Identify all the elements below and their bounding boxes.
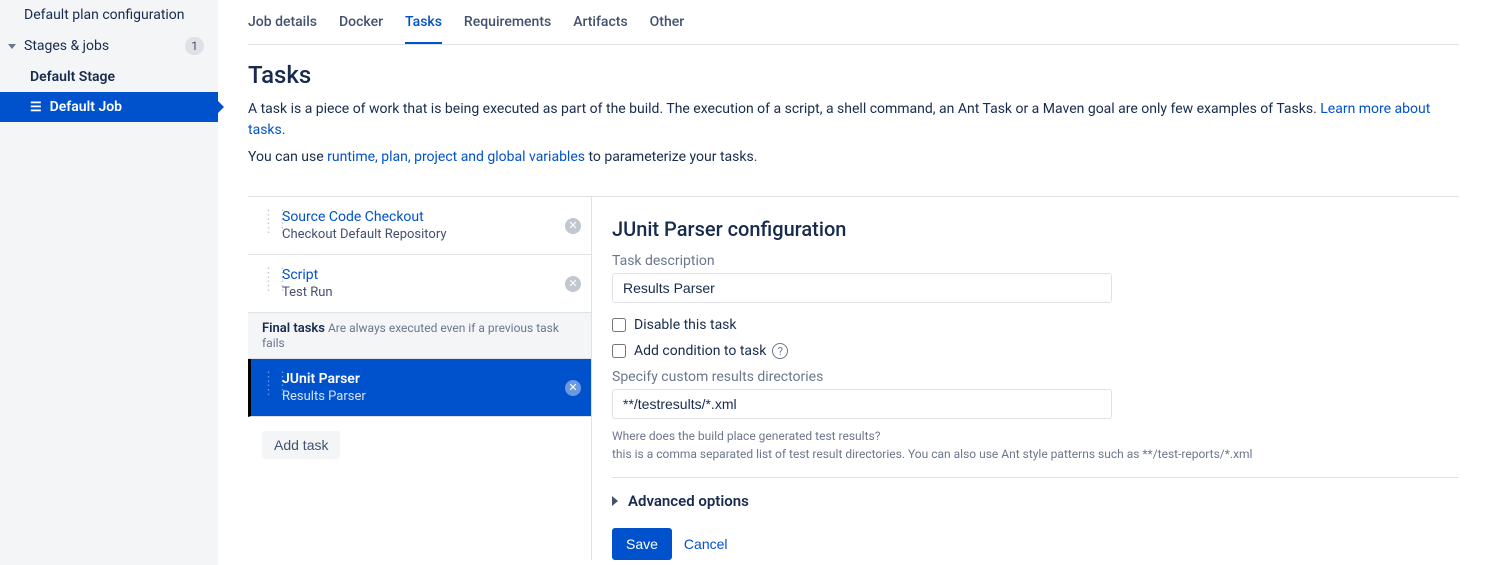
- tab-tasks[interactable]: Tasks: [405, 14, 442, 44]
- list-icon: ☰: [30, 100, 42, 115]
- page-description: A task is a piece of work that is being …: [248, 99, 1459, 141]
- desc-text: A task is a piece of work that is being …: [248, 101, 1320, 117]
- results-dirs-label: Specify custom results directories: [612, 369, 1459, 385]
- variables-link[interactable]: runtime, plan, project and global variab…: [327, 149, 585, 165]
- task-item-selected[interactable]: ⋮⋮⋮⋮ JUnit Parser Results Parser ✕: [248, 359, 591, 417]
- sidebar-item-label: Default plan configuration: [24, 7, 185, 23]
- sidebar-item-default-stage[interactable]: Default Stage: [0, 62, 218, 92]
- task-desc: Results Parser: [282, 389, 366, 404]
- tab-other[interactable]: Other: [650, 14, 685, 44]
- condition-label: Add condition to task: [634, 343, 766, 359]
- desc-text: to parameterize your tasks.: [585, 149, 757, 165]
- cancel-button[interactable]: Cancel: [684, 536, 728, 552]
- task-description-label: Task description: [612, 253, 1459, 269]
- task-item[interactable]: ⋮⋮⋮⋮ Source Code Checkout Checkout Defau…: [248, 197, 591, 255]
- help-icon[interactable]: ?: [772, 343, 788, 359]
- task-title: JUnit Parser: [282, 371, 366, 387]
- advanced-options-toggle[interactable]: Advanced options: [612, 477, 1459, 510]
- sidebar-item-label: Default Job: [50, 99, 122, 115]
- disable-task-label: Disable this task: [634, 317, 737, 333]
- task-text: Script Test Run: [282, 267, 333, 300]
- page-title: Tasks: [248, 61, 1459, 89]
- results-dirs-input[interactable]: [612, 389, 1112, 419]
- final-tasks-label: Final tasks: [262, 321, 325, 336]
- task-title: Source Code Checkout: [282, 209, 447, 225]
- final-tasks-header: Final tasks Are always executed even if …: [248, 313, 591, 359]
- main-content: Job details Docker Tasks Requirements Ar…: [218, 0, 1489, 565]
- add-task-button[interactable]: Add task: [262, 431, 340, 459]
- sidebar-item-label: Stages & jobs: [24, 38, 109, 54]
- task-text: JUnit Parser Results Parser: [282, 371, 366, 404]
- tab-requirements[interactable]: Requirements: [464, 14, 551, 44]
- form-buttons: Save Cancel: [612, 528, 1459, 560]
- config-title: JUnit Parser configuration: [612, 217, 1459, 241]
- desc-text: You can use: [248, 149, 327, 165]
- disable-task-row: Disable this task: [612, 317, 1459, 333]
- task-item[interactable]: ⋮⋮⋮⋮ Script Test Run ✕: [248, 255, 591, 313]
- task-desc: Checkout Default Repository: [282, 227, 447, 242]
- delete-task-icon[interactable]: ✕: [565, 218, 581, 234]
- delete-task-icon[interactable]: ✕: [565, 380, 581, 396]
- sidebar: Default plan configuration Stages & jobs…: [0, 0, 218, 565]
- tabs: Job details Docker Tasks Requirements Ar…: [248, 0, 1459, 45]
- save-button[interactable]: Save: [612, 528, 672, 560]
- tab-artifacts[interactable]: Artifacts: [573, 14, 627, 44]
- sidebar-item-stages-jobs[interactable]: Stages & jobs 1: [0, 30, 218, 62]
- tab-docker[interactable]: Docker: [339, 14, 383, 44]
- disable-task-checkbox[interactable]: [612, 318, 626, 332]
- sidebar-item-default-plan[interactable]: Default plan configuration: [0, 0, 218, 30]
- drag-handle-icon[interactable]: ⋮⋮⋮⋮: [262, 209, 272, 235]
- task-desc: Test Run: [282, 285, 333, 300]
- tab-job-details[interactable]: Job details: [248, 14, 317, 44]
- drag-handle-icon[interactable]: ⋮⋮⋮⋮: [262, 267, 272, 293]
- stages-count-badge: 1: [185, 37, 204, 55]
- results-dirs-hint: Where does the build place generated tes…: [612, 427, 1459, 463]
- hint-line: this is a comma separated list of test r…: [612, 445, 1459, 463]
- advanced-options-label: Advanced options: [628, 492, 749, 510]
- condition-row: Add condition to task ?: [612, 343, 1459, 359]
- condition-checkbox[interactable]: [612, 344, 626, 358]
- page-description-vars: You can use runtime, plan, project and g…: [248, 147, 1459, 168]
- sidebar-item-default-job[interactable]: ☰ Default Job: [0, 92, 218, 122]
- task-title: Script: [282, 267, 333, 283]
- task-text: Source Code Checkout Checkout Default Re…: [282, 209, 447, 242]
- sidebar-item-label: Default Stage: [30, 69, 115, 85]
- task-description-input[interactable]: [612, 273, 1112, 303]
- config-panel: JUnit Parser configuration Task descript…: [592, 197, 1459, 560]
- drag-handle-icon[interactable]: ⋮⋮⋮⋮: [262, 371, 272, 397]
- tasks-layout: ⋮⋮⋮⋮ Source Code Checkout Checkout Defau…: [248, 196, 1459, 560]
- delete-task-icon[interactable]: ✕: [565, 276, 581, 292]
- task-list: ⋮⋮⋮⋮ Source Code Checkout Checkout Defau…: [248, 197, 592, 560]
- hint-line: Where does the build place generated tes…: [612, 427, 1459, 445]
